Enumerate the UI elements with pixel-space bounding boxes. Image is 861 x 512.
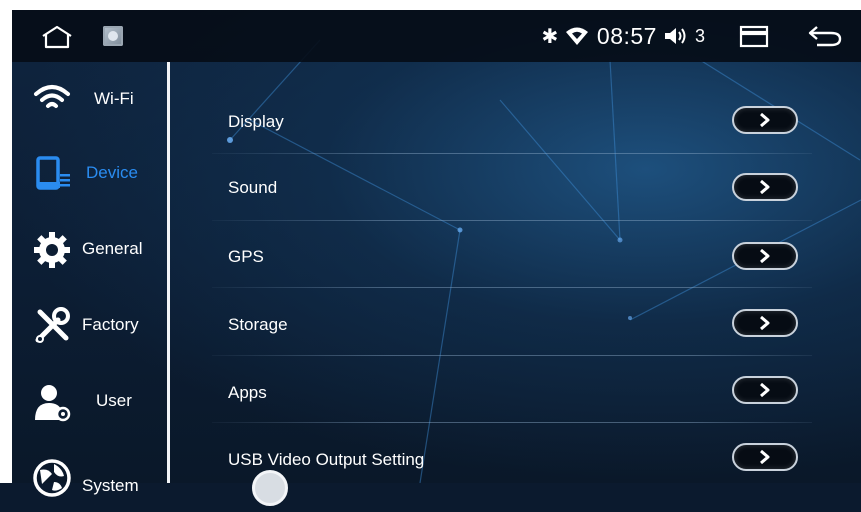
settings-row-apps[interactable]: Apps	[212, 356, 812, 423]
wifi-icon	[34, 85, 70, 108]
screen-frame-top	[0, 0, 861, 10]
row-arrow-button[interactable]	[732, 376, 798, 404]
settings-row-sound[interactable]: Sound	[212, 154, 812, 221]
row-arrow-button[interactable]	[732, 443, 798, 471]
chevron-right-icon	[760, 112, 770, 128]
sidebar-divider	[167, 62, 170, 483]
recent-apps-icon[interactable]	[737, 24, 771, 48]
status-bar: ✱ 08:57 3	[12, 10, 861, 62]
sidebar-item-wifi[interactable]: Wi-Fi	[12, 62, 167, 132]
settings-row-gps[interactable]: GPS	[212, 221, 812, 288]
chevron-right-icon	[760, 382, 770, 398]
settings-row-usb-video-output[interactable]: USB Video Output Setting	[212, 423, 812, 483]
settings-sidebar: Wi-Fi Device General Factory User System	[12, 62, 167, 497]
sidebar-item-general[interactable]: General	[12, 214, 167, 284]
gear-icon	[34, 232, 70, 268]
row-arrow-button[interactable]	[732, 309, 798, 337]
user-icon	[35, 385, 71, 422]
sidebar-item-user[interactable]: User	[12, 366, 167, 436]
sidebar-item-label: Factory	[82, 315, 139, 334]
settings-row-storage[interactable]: Storage	[212, 289, 812, 356]
row-arrow-button[interactable]	[732, 173, 798, 201]
row-label: USB Video Output Setting	[228, 450, 425, 469]
wifi-signal-icon	[565, 27, 588, 45]
bluetooth-icon: ✱	[541, 25, 559, 48]
chevron-right-icon	[760, 248, 770, 264]
chevron-right-icon	[760, 449, 770, 465]
clock-time: 08:57	[596, 22, 657, 49]
row-label: Apps	[228, 383, 267, 402]
settings-row-display[interactable]: Display	[212, 87, 812, 154]
home-icon[interactable]	[40, 24, 74, 50]
sidebar-item-device[interactable]: Device	[12, 138, 167, 208]
row-label: GPS	[228, 247, 264, 266]
row-label: Sound	[228, 178, 278, 197]
device-icon	[36, 156, 70, 190]
chevron-right-icon	[760, 179, 770, 195]
globe-icon	[33, 459, 71, 497]
chevron-right-icon	[760, 315, 770, 331]
sidebar-item-label: System	[82, 476, 139, 495]
row-label: Storage	[228, 315, 288, 334]
notification-thumbnail-icon[interactable]	[103, 26, 123, 46]
volume-icon[interactable]	[663, 25, 689, 47]
tools-icon	[35, 307, 70, 343]
status-bar-right: ✱ 08:57 3	[539, 10, 843, 62]
floating-assist-button[interactable]	[252, 470, 288, 506]
sidebar-item-label: Device	[86, 163, 138, 182]
sidebar-item-label: Wi-Fi	[94, 89, 134, 108]
row-arrow-button[interactable]	[732, 106, 798, 134]
row-arrow-button[interactable]	[732, 242, 798, 270]
sidebar-item-system[interactable]: System	[12, 442, 167, 512]
row-divider	[212, 287, 812, 288]
screen-frame-left	[0, 0, 12, 483]
sidebar-item-label: General	[82, 239, 143, 258]
sidebar-item-factory[interactable]: Factory	[12, 290, 167, 360]
row-label: Display	[228, 112, 284, 131]
back-icon[interactable]	[807, 23, 843, 49]
sidebar-item-label: User	[96, 391, 132, 410]
volume-level: 3	[694, 25, 705, 46]
